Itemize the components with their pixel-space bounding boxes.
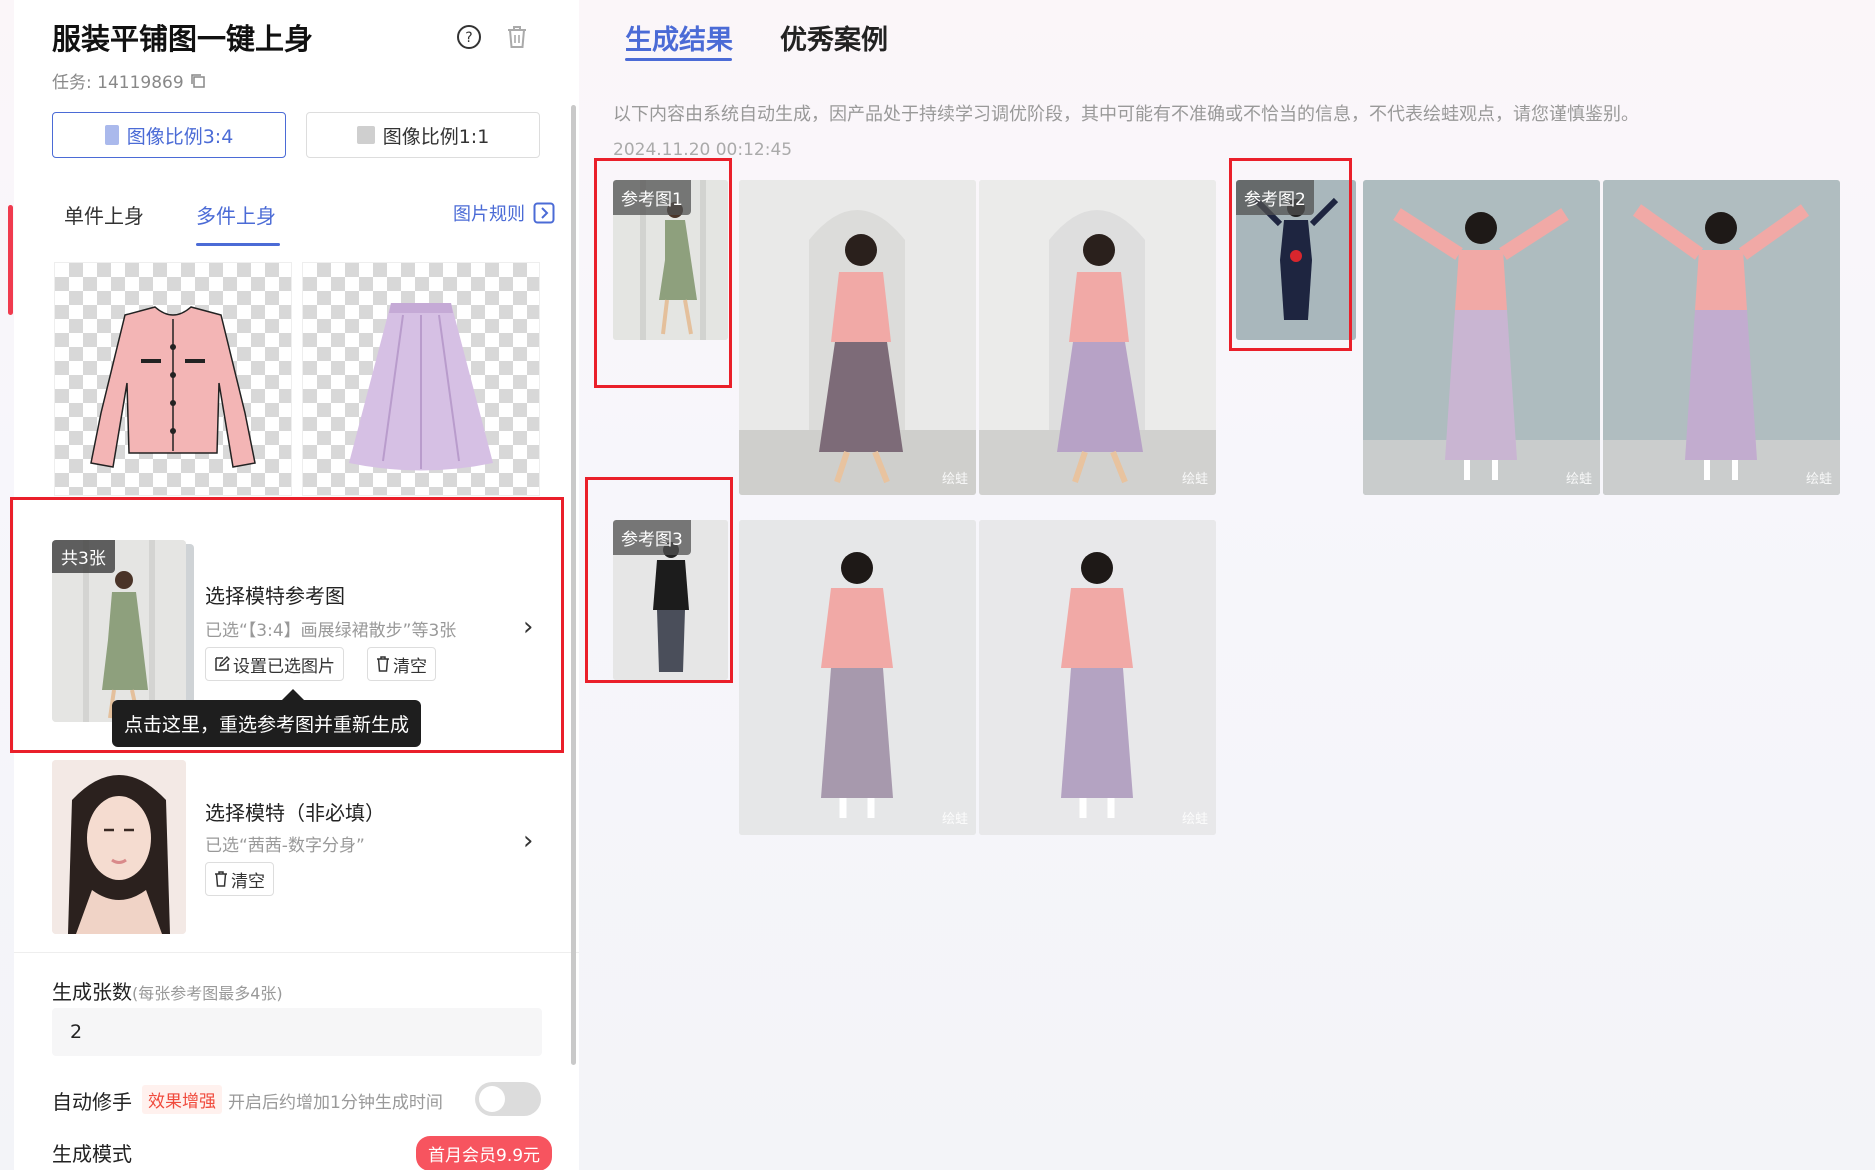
watermark: 绘蛙 bbox=[1181, 472, 1208, 487]
clear-model-label: 清空 bbox=[231, 871, 265, 892]
disclaimer-text: 以下内容由系统自动生成，因产品处于持续学习调优阶段，其中可能有不准确或不恰当的信… bbox=[613, 104, 1639, 125]
watermark: 绘蛙 bbox=[941, 812, 968, 827]
reference-highlight-box bbox=[10, 497, 564, 753]
watermark: 绘蛙 bbox=[941, 472, 968, 487]
auto-fix-label: 自动修手 bbox=[52, 1090, 132, 1114]
result-timestamp: 2024.11.20 00:12:45 bbox=[613, 140, 793, 160]
mode-label: 生成模式 bbox=[52, 1142, 132, 1166]
garment-image-skirt[interactable] bbox=[302, 262, 540, 496]
reference-1-highlight-box bbox=[594, 158, 732, 388]
garment-image-top[interactable] bbox=[54, 262, 292, 496]
result-image-2[interactable]: 绘蛙 bbox=[979, 180, 1216, 495]
ratio-3-4-label: 图像比例3:4 bbox=[126, 125, 234, 148]
tab-underline bbox=[196, 243, 280, 246]
svg-text:?: ? bbox=[465, 30, 472, 46]
count-hint: (每张参考图最多4张) bbox=[132, 984, 283, 1003]
watermark: 绘蛙 bbox=[1565, 472, 1592, 487]
effect-boost-tag: 效果增强 bbox=[142, 1085, 222, 1114]
panel-scrollbar[interactable] bbox=[571, 105, 576, 1065]
tab-cases[interactable]: 优秀案例 bbox=[780, 18, 888, 57]
tab-multi[interactable]: 多件上身 bbox=[196, 200, 276, 229]
model-section-subtitle: 已选“茜茜-数字分身” bbox=[205, 836, 365, 856]
count-label: 生成张数(每张参考图最多4张) bbox=[52, 976, 283, 1005]
membership-promo-badge[interactable]: 首月会员9.9元 bbox=[416, 1136, 553, 1170]
model-chevron-right-icon[interactable]: › bbox=[523, 826, 533, 856]
trash-icon[interactable] bbox=[502, 22, 532, 52]
result-image-3[interactable]: 绘蛙 bbox=[1363, 180, 1600, 495]
model-section-title: 选择模特（非必填） bbox=[205, 801, 385, 825]
tab-single[interactable]: 单件上身 bbox=[64, 200, 144, 229]
page-title: 服装平铺图一键上身 bbox=[52, 22, 314, 56]
help-icon[interactable]: ? bbox=[454, 22, 484, 52]
clear-model-button[interactable]: 清空 bbox=[205, 862, 274, 896]
tab-results[interactable]: 生成结果 bbox=[625, 18, 733, 57]
portrait-ratio-icon bbox=[104, 125, 119, 145]
task-id-text: 任务: 14119869 bbox=[52, 73, 184, 93]
ratio-1-1-button[interactable]: 图像比例1:1 bbox=[306, 112, 540, 158]
copy-icon[interactable] bbox=[190, 73, 206, 89]
count-label-text: 生成张数 bbox=[52, 980, 132, 1004]
auto-fix-toggle[interactable] bbox=[475, 1082, 541, 1116]
arrow-right-box-icon bbox=[533, 202, 555, 224]
count-input[interactable]: 2 bbox=[52, 1008, 542, 1056]
active-indicator bbox=[8, 205, 13, 315]
image-rules-link[interactable]: 图片规则 bbox=[453, 200, 555, 226]
ratio-1-1-label: 图像比例1:1 bbox=[382, 125, 490, 148]
watermark: 绘蛙 bbox=[1805, 472, 1832, 487]
result-image-6[interactable]: 绘蛙 bbox=[979, 520, 1216, 835]
task-id: 任务: 14119869 bbox=[52, 68, 206, 93]
reference-3-highlight-box bbox=[585, 477, 733, 683]
watermark: 绘蛙 bbox=[1181, 812, 1208, 827]
model-avatar[interactable] bbox=[52, 760, 186, 934]
auto-fix-hint: 开启后约增加1分钟生成时间 bbox=[228, 1093, 443, 1113]
square-ratio-icon bbox=[356, 126, 375, 144]
result-image-1[interactable]: 绘蛙 bbox=[739, 180, 976, 495]
image-rules-label: 图片规则 bbox=[453, 204, 525, 225]
reference-2-highlight-box bbox=[1229, 158, 1352, 351]
trash-icon bbox=[215, 871, 227, 887]
results-tab-underline bbox=[625, 58, 732, 61]
ratio-3-4-button[interactable]: 图像比例3:4 bbox=[52, 112, 286, 158]
section-divider bbox=[14, 952, 579, 953]
result-image-5[interactable]: 绘蛙 bbox=[739, 520, 976, 835]
result-image-4[interactable]: 绘蛙 bbox=[1603, 180, 1840, 495]
